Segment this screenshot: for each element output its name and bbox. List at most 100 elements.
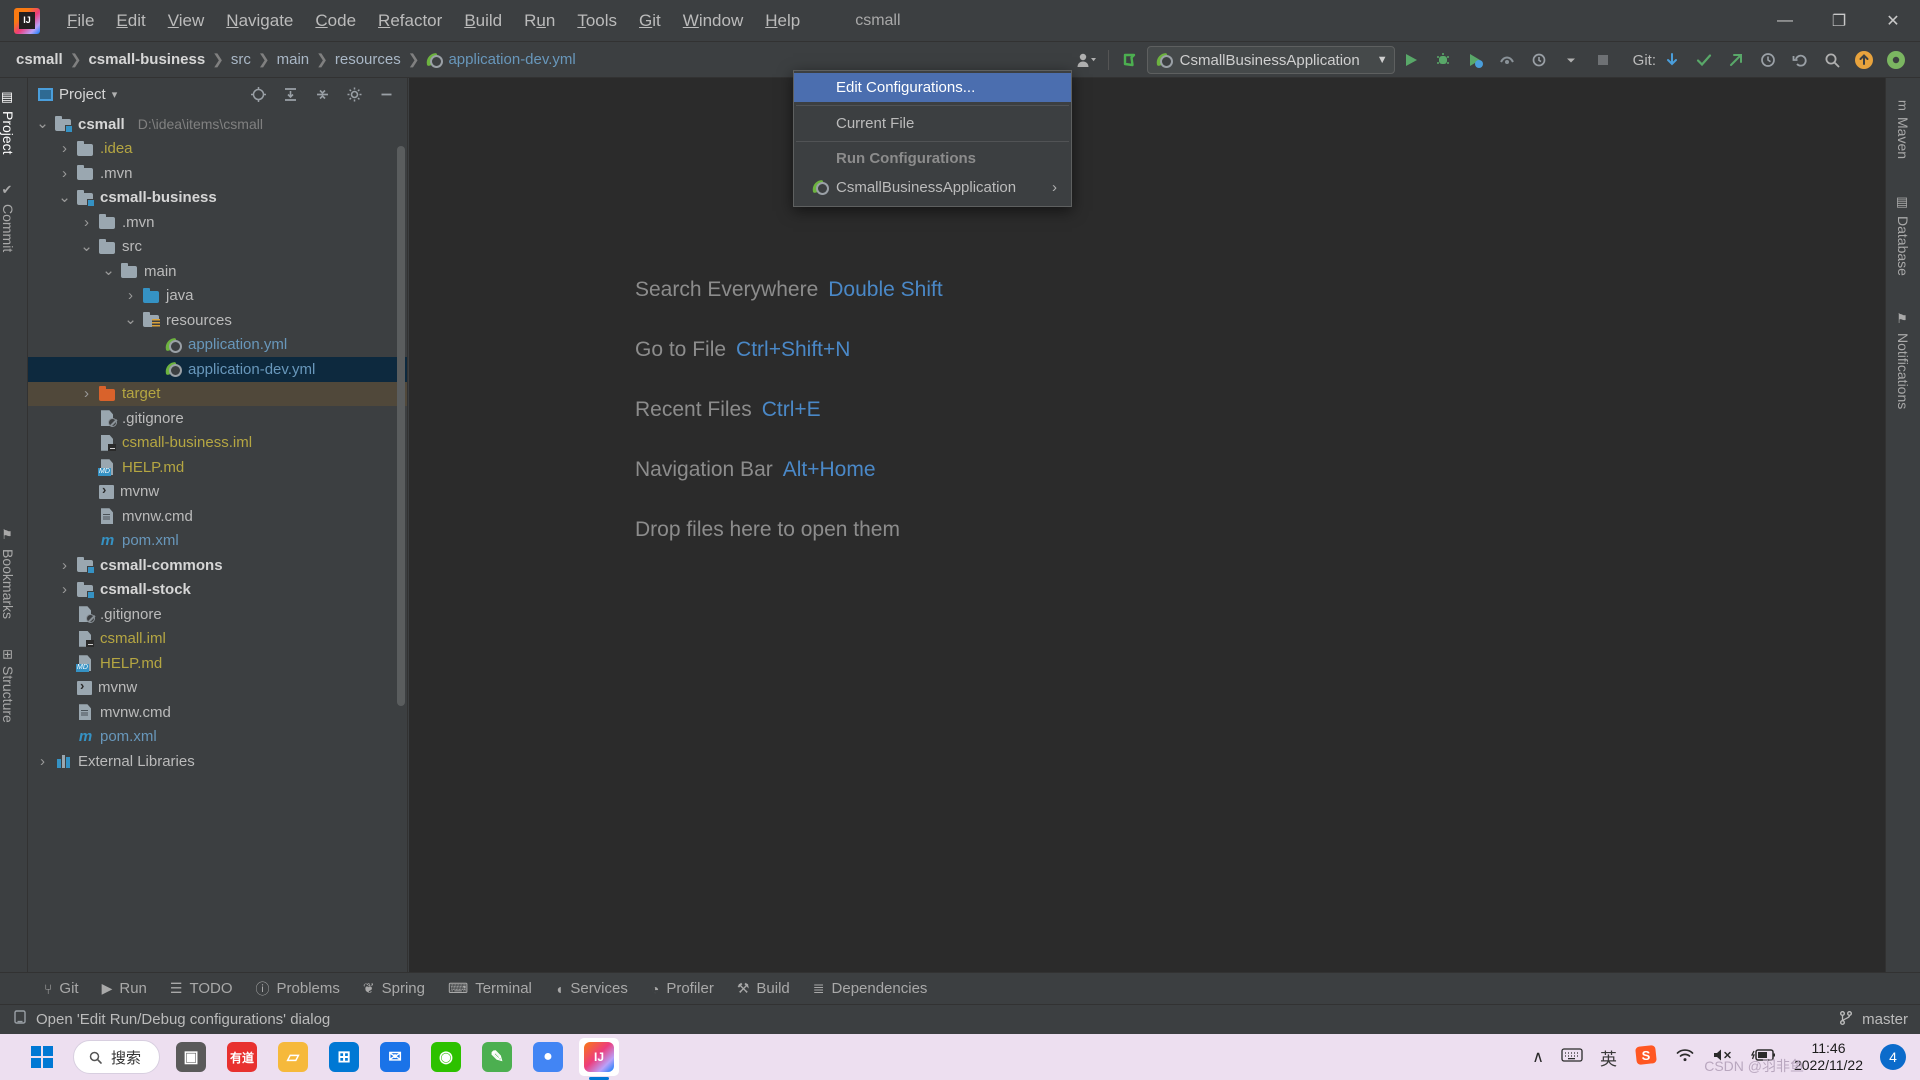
tree-node--mvn[interactable]: › .mvn	[28, 210, 407, 235]
chevron-right-icon[interactable]: ›	[80, 385, 93, 402]
tree-node-mvnw-cmd[interactable]: mvnw.cmd	[28, 504, 407, 529]
microsoft-store-icon[interactable]: ⊞	[324, 1038, 364, 1076]
sidebar-item-structure[interactable]: ⊞ Structure	[0, 641, 16, 731]
tool-tab-services[interactable]: ◖ Services	[545, 976, 638, 1001]
tree-node-target[interactable]: › target	[28, 381, 407, 406]
start-button[interactable]	[22, 1038, 62, 1076]
task-view-icon[interactable]: ▣	[171, 1038, 211, 1076]
chevron-down-icon[interactable]: ⌄	[124, 312, 137, 327]
tree-scrollbar[interactable]	[397, 146, 405, 706]
sidebar-item-database[interactable]: ▤ Database	[1895, 185, 1911, 286]
git-history-icon[interactable]	[1752, 45, 1784, 75]
git-branch-name[interactable]: master	[1862, 1011, 1908, 1028]
chevron-down-icon[interactable]: ⌄	[80, 239, 93, 254]
collapse-all-icon[interactable]	[309, 82, 335, 106]
run-button[interactable]	[1395, 45, 1427, 75]
tool-tab-build[interactable]: ⚒ Build	[727, 976, 800, 1001]
menu-edit[interactable]: Edit	[105, 7, 156, 35]
menu-code[interactable]: Code	[304, 7, 367, 35]
menu-file[interactable]: File	[56, 7, 105, 35]
tool-tab-run[interactable]: ▶ Run	[92, 976, 157, 1001]
menu-build[interactable]: Build	[453, 7, 513, 35]
tree-node-resources[interactable]: ⌄ resources	[28, 308, 407, 333]
sidebar-item-project[interactable]: ▤ Project	[0, 82, 16, 163]
tree-node-csmall-business-iml[interactable]: csmall-business.iml	[28, 431, 407, 456]
wifi-icon[interactable]	[1675, 1047, 1695, 1067]
tool-tab-todo[interactable]: ☰ TODO	[160, 976, 243, 1001]
tree-node--gitignore[interactable]: .gitignore	[28, 406, 407, 431]
sidebar-item-maven[interactable]: m Maven	[1895, 90, 1911, 169]
git-commit-icon[interactable]	[1688, 45, 1720, 75]
tree-node-external-libraries[interactable]: › External Libraries	[28, 749, 407, 774]
notification-badge[interactable]: 4	[1880, 1044, 1906, 1070]
tree-node-main[interactable]: ⌄ main	[28, 259, 407, 284]
menu-item-csmall-business-application[interactable]: CsmallBusinessApplication ›	[794, 172, 1071, 202]
tree-node-mvnw[interactable]: mvnw	[28, 676, 407, 701]
taskbar-search-box[interactable]: 搜索	[73, 1040, 161, 1074]
tool-tab-dependencies[interactable]: ≣ Dependencies	[803, 976, 938, 1001]
more-run-options-icon[interactable]	[1523, 45, 1555, 75]
ime-language-icon[interactable]: 英	[1600, 1045, 1617, 1070]
project-tree[interactable]: ⌄ csmall D:\idea\items\csmall › .idea › .mvn ⌄ c…	[28, 110, 407, 972]
maximize-button[interactable]: ❐	[1812, 0, 1866, 42]
youdao-dict-icon[interactable]: 有道	[222, 1038, 262, 1076]
git-push-icon[interactable]	[1720, 45, 1752, 75]
gear-icon[interactable]	[341, 82, 367, 106]
show-hidden-icons-icon[interactable]: ∧	[1532, 1047, 1544, 1067]
tree-node-csmall-business[interactable]: ⌄ csmall-business	[28, 186, 407, 211]
menu-refactor[interactable]: Refactor	[367, 7, 453, 35]
tree-node-help-md[interactable]: MD HELP.md	[28, 455, 407, 480]
menu-help[interactable]: Help	[754, 7, 811, 35]
wechat-icon[interactable]: ◉	[426, 1038, 466, 1076]
chrome-icon[interactable]: ●	[528, 1038, 568, 1076]
notifications-icon[interactable]	[1848, 45, 1880, 75]
file-explorer-icon[interactable]: ▱	[273, 1038, 313, 1076]
chevron-right-icon[interactable]: ›	[36, 753, 49, 770]
chevron-right-icon[interactable]: ›	[58, 140, 71, 157]
tree-node-csmall-commons[interactable]: › csmall-commons	[28, 553, 407, 578]
git-rollback-icon[interactable]	[1784, 45, 1816, 75]
menu-item-current-file[interactable]: Current File	[794, 109, 1071, 138]
updates-icon[interactable]	[1115, 45, 1147, 75]
chevron-down-icon[interactable]: ⌄	[102, 263, 115, 278]
menu-navigate[interactable]: Navigate	[215, 7, 304, 35]
sidebar-item-notifications[interactable]: ⚑ Notifications	[1895, 302, 1911, 419]
tree-node--mvn[interactable]: › .mvn	[28, 161, 407, 186]
mail-icon[interactable]: ✉	[375, 1038, 415, 1076]
tree-node-application-yml[interactable]: application.yml	[28, 333, 407, 358]
tree-node-csmall-stock[interactable]: › csmall-stock	[28, 578, 407, 603]
debug-button[interactable]	[1427, 45, 1459, 75]
sidebar-item-bookmarks[interactable]: ⚑ Bookmarks	[0, 520, 16, 627]
chevron-down-icon[interactable]: ⌄	[36, 116, 49, 131]
chevron-right-icon[interactable]: ›	[58, 165, 71, 182]
sidebar-item-commit[interactable]: ✔ Commit	[0, 175, 16, 260]
tool-tab-profiler[interactable]: ◔ Profiler	[641, 976, 724, 1001]
tree-node-csmall-iml[interactable]: csmall.iml	[28, 627, 407, 652]
tree-node-src[interactable]: ⌄ src	[28, 235, 407, 260]
breadcrumb-item-csmall-business[interactable]: csmall-business	[84, 49, 209, 70]
git-update-project-icon[interactable]	[1656, 45, 1688, 75]
tree-node--gitignore[interactable]: .gitignore	[28, 602, 407, 627]
run-configuration-selector[interactable]: CsmallBusinessApplication ▼	[1146, 46, 1395, 74]
menu-window[interactable]: Window	[672, 7, 754, 35]
chevron-down-icon[interactable]: ⌄	[58, 190, 71, 205]
select-opened-file-icon[interactable]	[245, 82, 271, 106]
settings-icon[interactable]	[1880, 45, 1912, 75]
account-icon[interactable]	[1070, 45, 1102, 75]
tool-tab-git[interactable]: ⑂ Git	[34, 976, 89, 1001]
tool-tab-problems[interactable]: ⓘ Problems	[246, 975, 350, 1003]
tree-node-java[interactable]: › java	[28, 284, 407, 309]
menu-git[interactable]: Git	[628, 7, 672, 35]
menu-view[interactable]: View	[157, 7, 216, 35]
hide-panel-icon[interactable]	[373, 82, 399, 106]
chevron-right-icon[interactable]: ›	[58, 581, 71, 598]
sogou-input-icon[interactable]: S	[1634, 1043, 1658, 1071]
chevron-right-icon[interactable]: ›	[80, 214, 93, 231]
tree-node-application-dev-yml[interactable]: application-dev.yml	[28, 357, 407, 382]
breadcrumb-item-main[interactable]: main	[273, 49, 314, 70]
taskbar-clock[interactable]: 11:46 2022/11/22	[1794, 1040, 1863, 1075]
menu-tools[interactable]: Tools	[566, 7, 628, 35]
tree-node-pom-xml[interactable]: m pom.xml	[28, 725, 407, 750]
breadcrumb-item-csmall[interactable]: csmall	[12, 49, 67, 70]
chevron-down-icon[interactable]: ▾	[112, 88, 118, 101]
